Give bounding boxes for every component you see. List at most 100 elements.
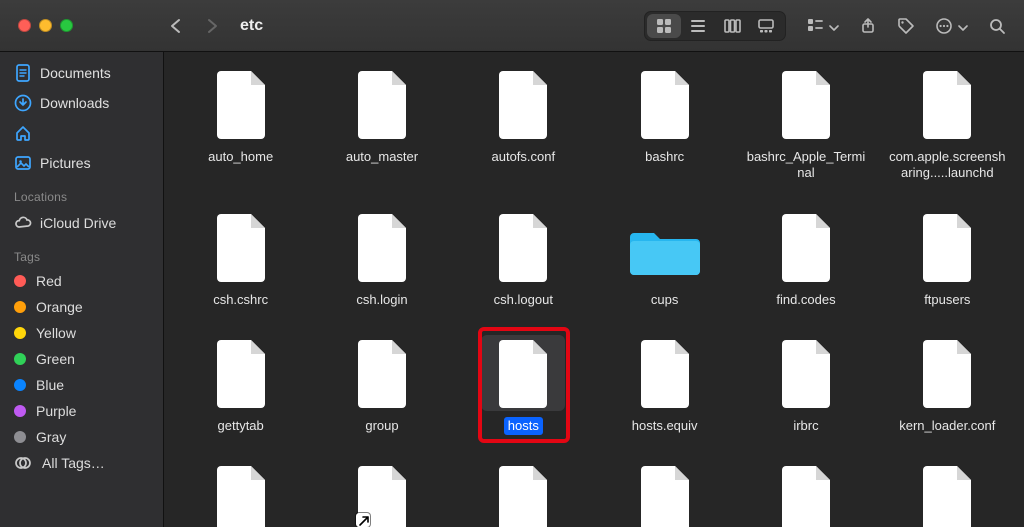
sidebar-item-documents[interactable]: Documents <box>0 58 163 88</box>
sidebar-tag-purple[interactable]: Purple <box>0 398 163 424</box>
sidebar-heading-locations: Locations <box>0 178 163 208</box>
file-item[interactable]: bashrc_Apple_Terminal <box>736 66 876 183</box>
file-label: autofs.conf <box>488 148 560 166</box>
file-item[interactable]: auto_home <box>171 66 311 183</box>
tag-dot-icon <box>14 353 26 365</box>
cloud-icon <box>14 214 32 232</box>
downloads-icon <box>14 94 32 112</box>
file-item[interactable]: ftpusers <box>877 209 1017 309</box>
file-icon <box>764 209 848 285</box>
window-controls <box>0 19 164 32</box>
action-button[interactable] <box>935 12 968 40</box>
search-button[interactable] <box>988 12 1006 40</box>
minimize-window-button[interactable] <box>39 19 52 32</box>
sidebar-tag-gray[interactable]: Gray <box>0 424 163 450</box>
file-item[interactable]: gettytab <box>171 335 311 435</box>
tag-dot-icon <box>14 301 26 313</box>
file-item[interactable]: man.conf <box>736 461 876 527</box>
file-label: find.codes <box>772 291 839 309</box>
sidebar-item-icloud[interactable]: iCloud Drive <box>0 208 163 238</box>
share-button[interactable] <box>859 12 877 40</box>
file-icon <box>199 335 283 411</box>
file-icon <box>623 335 707 411</box>
file-icon <box>481 66 565 142</box>
file-label: auto_home <box>204 148 277 166</box>
view-switcher <box>644 11 786 41</box>
sidebar-item-downloads[interactable]: Downloads <box>0 88 163 118</box>
file-label: auto_master <box>342 148 422 166</box>
file-item[interactable]: csh.logout <box>453 209 593 309</box>
sidebar-tag-yellow[interactable]: Yellow <box>0 320 163 346</box>
file-item[interactable]: find.codes <box>736 209 876 309</box>
file-item[interactable]: manpaths <box>877 461 1017 527</box>
file-item[interactable]: csh.cshrc <box>171 209 311 309</box>
file-item[interactable]: localtime <box>312 461 452 527</box>
folder-item[interactable]: cups <box>595 209 735 309</box>
file-icon <box>623 461 707 527</box>
window-body: Documents Downloads Pictures Locations i… <box>0 52 1024 527</box>
file-item[interactable]: bashrc <box>595 66 735 183</box>
sidebar-item-label: Purple <box>36 403 76 419</box>
forward-button[interactable] <box>200 13 224 39</box>
file-icon <box>481 335 565 411</box>
sidebar-item-all-tags[interactable]: All Tags… <box>0 450 163 476</box>
view-list-button[interactable] <box>681 14 715 38</box>
file-icon <box>199 209 283 285</box>
document-icon <box>14 64 32 82</box>
file-item[interactable]: mail.rc <box>595 461 735 527</box>
file-item[interactable]: locate.rc <box>453 461 593 527</box>
file-icon <box>340 209 424 285</box>
file-icon <box>199 66 283 142</box>
tag-dot-icon <box>14 379 26 391</box>
sidebar-tag-red[interactable]: Red <box>0 268 163 294</box>
file-icon <box>623 66 707 142</box>
file-item[interactable]: hosts.equiv <box>595 335 735 435</box>
tag-dot-icon <box>14 431 26 443</box>
file-label: cups <box>647 291 682 309</box>
file-label: ftpusers <box>920 291 974 309</box>
back-button[interactable] <box>164 13 188 39</box>
file-icon <box>340 461 424 527</box>
file-label: hosts.equiv <box>628 417 702 435</box>
file-label: bashrc_Apple_Terminal <box>741 148 871 183</box>
file-item[interactable]: irbrc <box>736 335 876 435</box>
file-icon <box>199 461 283 527</box>
sidebar: Documents Downloads Pictures Locations i… <box>0 52 164 527</box>
file-item[interactable]: auto_master <box>312 66 452 183</box>
view-icons-button[interactable] <box>647 14 681 38</box>
file-browser[interactable]: auto_home auto_master autofs.conf bashrcbas… <box>164 52 1024 527</box>
alias-badge-icon <box>356 513 370 527</box>
sidebar-tag-orange[interactable]: Orange <box>0 294 163 320</box>
file-item[interactable]: kern_loader.conf <box>877 335 1017 435</box>
file-icon <box>905 209 989 285</box>
view-gallery-button[interactable] <box>749 14 783 38</box>
file-item[interactable]: group <box>312 335 452 435</box>
edit-tags-button[interactable] <box>897 12 915 40</box>
file-item[interactable]: autofs.conf <box>453 66 593 183</box>
sidebar-tag-green[interactable]: Green <box>0 346 163 372</box>
sidebar-tag-blue[interactable]: Blue <box>0 372 163 398</box>
view-columns-button[interactable] <box>715 14 749 38</box>
file-label: irbrc <box>789 417 822 435</box>
file-item[interactable]: hosts <box>453 335 593 435</box>
file-item[interactable]: krb5.keytab <box>171 461 311 527</box>
tag-dot-icon <box>14 275 26 287</box>
pictures-icon <box>14 154 32 172</box>
file-label: csh.logout <box>490 291 557 309</box>
sidebar-item-label: Green <box>36 351 75 367</box>
file-label: com.apple.screensharing.....launchd <box>882 148 1012 183</box>
zoom-window-button[interactable] <box>60 19 73 32</box>
file-icon <box>905 66 989 142</box>
close-window-button[interactable] <box>18 19 31 32</box>
home-icon <box>14 124 32 142</box>
sidebar-item-pictures[interactable]: Pictures <box>0 148 163 178</box>
file-item[interactable]: com.apple.screensharing.....launchd <box>877 66 1017 183</box>
finder-window: etc Docum <box>0 0 1024 527</box>
sidebar-heading-tags: Tags <box>0 238 163 268</box>
file-icon <box>481 461 565 527</box>
sidebar-item-home[interactable] <box>0 118 163 148</box>
file-label: group <box>361 417 402 435</box>
file-item[interactable]: csh.login <box>312 209 452 309</box>
group-by-button[interactable] <box>806 12 839 40</box>
icon-grid: auto_home auto_master autofs.conf bashrcbas… <box>164 52 1024 527</box>
